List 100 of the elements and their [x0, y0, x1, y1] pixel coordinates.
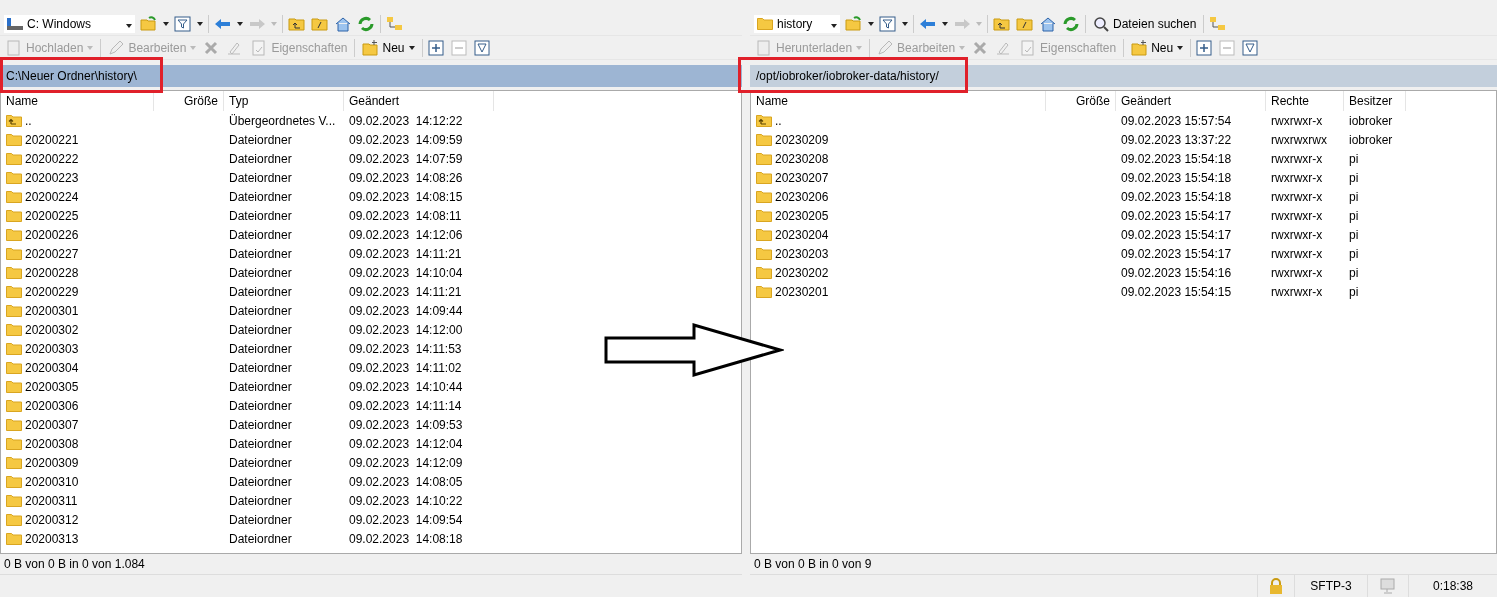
- table-cell: 09.02.2023 15:54:16: [1121, 265, 1232, 280]
- table-cell: 20200228: [25, 265, 79, 280]
- table-cell: Dateiordner: [229, 208, 292, 223]
- filter-icon[interactable]: [174, 13, 192, 34]
- table-cell: 09.02.2023 14:09:44: [349, 303, 463, 318]
- lock-icon: [1269, 578, 1283, 594]
- table-cell: pi: [1349, 284, 1359, 299]
- table-cell: 20200303: [25, 341, 79, 356]
- expand-icon[interactable]: [427, 37, 446, 58]
- folder-icon: [756, 209, 772, 222]
- table-cell: rwxrwxr-x: [1271, 170, 1323, 185]
- new-folder-icon: [362, 39, 379, 56]
- search-icon: [1093, 15, 1109, 32]
- properties-icon: [1020, 39, 1037, 56]
- column-header[interactable]: Geändert: [344, 91, 494, 111]
- table-cell: 09.02.2023 14:08:05: [349, 474, 463, 489]
- table-cell: Dateiordner: [229, 512, 292, 527]
- table-cell: Dateiordner: [229, 493, 292, 508]
- folder-icon: [6, 494, 22, 507]
- expand-icon[interactable]: [1196, 37, 1215, 58]
- location-text: C: Windows: [27, 16, 91, 31]
- folder-icon: [6, 532, 22, 545]
- table-cell: 09.02.2023 15:54:18: [1121, 189, 1232, 204]
- table-cell: 09.02.2023 14:08:15: [349, 189, 463, 204]
- table-cell: Dateiordner: [229, 417, 292, 432]
- table-cell: 09.02.2023 14:08:18: [349, 531, 463, 546]
- folder-icon: [756, 266, 772, 279]
- column-header[interactable]: Name: [751, 91, 1046, 111]
- folder-icon: [6, 342, 22, 355]
- table-cell: 20230207: [775, 170, 829, 185]
- filter-icon[interactable]: [473, 37, 492, 58]
- caret-icon[interactable]: [868, 21, 874, 26]
- caret-icon[interactable]: [163, 21, 169, 26]
- filter-icon[interactable]: [1242, 37, 1261, 58]
- column-header[interactable]: Typ: [224, 91, 344, 111]
- table-cell: 09.02.2023 14:08:26: [349, 170, 463, 185]
- folder-icon: [756, 171, 772, 184]
- table-cell: Dateiordner: [229, 132, 292, 147]
- table-cell: Dateiordner: [229, 360, 292, 375]
- table-cell: Dateiordner: [229, 455, 292, 470]
- table-cell: 20200313: [25, 531, 79, 546]
- location-dropdown[interactable]: C: Windows: [4, 14, 135, 33]
- caret-icon[interactable]: [942, 21, 948, 26]
- location-dropdown[interactable]: history: [754, 14, 840, 33]
- toolbar-button[interactable]: Neu: [1129, 37, 1186, 58]
- table-cell: pi: [1349, 265, 1359, 280]
- column-header[interactable]: Geändert: [1116, 91, 1266, 111]
- folder-icon: [6, 456, 22, 469]
- table-cell: 20230201: [775, 284, 829, 299]
- open-folder-icon[interactable]: [845, 13, 863, 34]
- status-text: 0 B von 0 B in 0 von 1.084: [0, 554, 742, 575]
- table-cell: rwxrwxr-x: [1271, 227, 1323, 242]
- table-cell: 20200229: [25, 284, 79, 299]
- table-cell: 20230204: [775, 227, 829, 242]
- folder-icon: [6, 190, 22, 203]
- table-cell: pi: [1349, 246, 1359, 261]
- column-header[interactable]: Rechte: [1266, 91, 1344, 111]
- table-cell: 20230208: [775, 151, 829, 166]
- folder-icon: [6, 228, 22, 241]
- caret-icon[interactable]: [126, 23, 132, 28]
- table-cell: Dateiordner: [229, 341, 292, 356]
- folder-icon: [6, 304, 22, 317]
- column-header[interactable]: Größe: [154, 91, 224, 111]
- table-cell: pi: [1349, 170, 1359, 185]
- table-cell: 09.02.2023 14:09:54: [349, 512, 463, 527]
- table-cell: 09.02.2023 15:54:17: [1121, 227, 1232, 242]
- table-cell: pi: [1349, 151, 1359, 166]
- caret-icon[interactable]: [197, 21, 203, 26]
- drive-icon: [7, 17, 23, 30]
- column-header[interactable]: Größe: [1046, 91, 1116, 111]
- folder-icon: [6, 361, 22, 374]
- table-cell: 09.02.2023 14:07:59: [349, 151, 463, 166]
- path-bar: C:\Neuer Ordner\history\: [0, 65, 742, 87]
- table-cell: 20200310: [25, 474, 79, 489]
- location-text: history: [777, 16, 813, 31]
- find-files-button[interactable]: Dateien suchen: [1091, 13, 1199, 34]
- folder-icon: [756, 152, 772, 165]
- properties-icon: [251, 39, 268, 56]
- table-cell: 20200306: [25, 398, 79, 413]
- table-cell: 20230209: [775, 132, 829, 147]
- column-header[interactable]: Name: [1, 91, 154, 111]
- table-cell: 09.02.2023 14:11:21: [349, 284, 462, 299]
- caret-icon: [271, 21, 277, 26]
- caret-icon[interactable]: [831, 23, 837, 28]
- caret-icon[interactable]: [902, 21, 908, 26]
- table-cell: pi: [1349, 189, 1359, 204]
- table-cell: 20200309: [25, 455, 79, 470]
- folder-icon: [6, 513, 22, 526]
- column-header[interactable]: Besitzer: [1344, 91, 1406, 111]
- computer-icon: [1380, 578, 1396, 594]
- toolbar-button[interactable]: Neu: [360, 37, 417, 58]
- folder-icon: [757, 17, 773, 30]
- pencil-icon: [877, 39, 894, 56]
- table-cell: 20200304: [25, 360, 79, 375]
- folder-icon: [6, 152, 22, 165]
- open-folder-icon[interactable]: [140, 13, 158, 34]
- table-cell: Dateiordner: [229, 379, 292, 394]
- caret-icon[interactable]: [237, 21, 243, 26]
- filter-icon[interactable]: [879, 13, 897, 34]
- parent-folder-icon: [6, 114, 22, 127]
